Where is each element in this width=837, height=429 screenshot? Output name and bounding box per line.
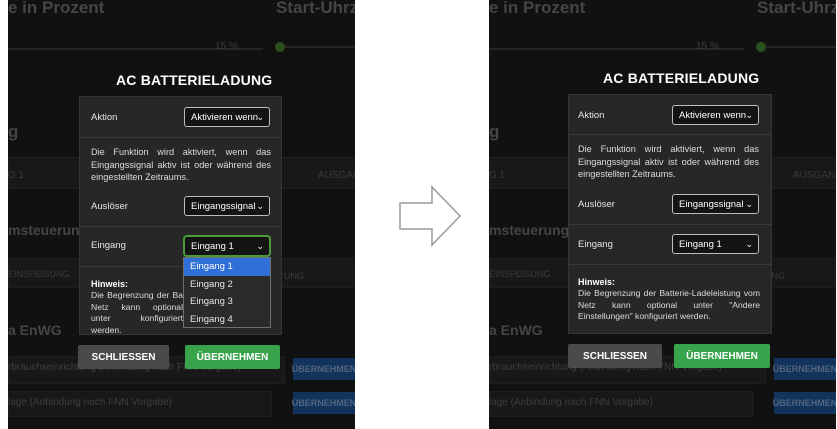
separator xyxy=(568,264,772,265)
dropdown-option-eingang-2[interactable]: Eingang 2 xyxy=(184,276,270,294)
hint-title: Hinweis: xyxy=(91,279,129,289)
apply-button[interactable]: ÜBERNEHMEN xyxy=(185,345,280,369)
aktion-select-value: Aktivieren wenn xyxy=(679,109,747,121)
aktion-label: Aktion xyxy=(578,110,605,121)
hint-text: Die Begrenzung der Ba Netz kann optional… xyxy=(91,290,183,335)
eingang-select[interactable]: Eingang 1 ⌄ xyxy=(184,236,270,256)
eingang-select-value: Eingang 1 xyxy=(191,240,234,252)
ausloeser-select-value: Eingangssignal xyxy=(679,198,744,210)
separator xyxy=(79,137,282,138)
chevron-down-icon: ⌄ xyxy=(745,199,753,209)
eingang-select[interactable]: Eingang 1 ⌄ xyxy=(672,234,759,254)
separator xyxy=(568,224,772,225)
aktion-label: Aktion xyxy=(91,112,118,123)
dialog-title: AC BATTERIELADUNG xyxy=(116,72,273,88)
separator xyxy=(568,134,772,135)
close-button[interactable]: SCHLIESSEN xyxy=(568,344,662,368)
eingang-select-value: Eingang 1 xyxy=(679,238,722,250)
ausloeser-label: Auslöser xyxy=(578,199,615,210)
left-screenshot-panel: e in Prozent Start-Uhrzeit de 15 % ÜBERN… xyxy=(8,0,355,429)
chevron-down-icon: ⌄ xyxy=(256,201,264,211)
dialog-description: Die Funktion wird aktiviert, wenn das Ei… xyxy=(578,144,759,179)
dropdown-option-eingang-1[interactable]: Eingang 1 xyxy=(184,258,270,276)
ausloeser-label: Auslöser xyxy=(91,201,128,212)
dialog-title: AC BATTERIELADUNG xyxy=(603,70,760,86)
ausloeser-select[interactable]: Eingangssignal ⌄ xyxy=(184,196,270,216)
aktion-select[interactable]: Aktivieren wenn ⌄ xyxy=(184,107,270,127)
arrow-right-icon xyxy=(399,185,462,247)
chevron-down-icon: ⌄ xyxy=(256,112,264,122)
aktion-select-value: Aktivieren wenn xyxy=(191,111,259,123)
dropdown-option-eingang-4[interactable]: Eingang 4 xyxy=(184,311,270,329)
chevron-down-icon: ⌄ xyxy=(745,110,753,120)
apply-button[interactable]: ÜBERNEHMEN xyxy=(674,344,770,368)
eingang-dropdown-list: Eingang 1 Eingang 2 Eingang 3 Eingang 4 xyxy=(183,257,271,328)
ausloeser-select[interactable]: Eingangssignal ⌄ xyxy=(672,194,759,214)
ausloeser-select-value: Eingangssignal xyxy=(191,200,256,212)
eingang-label: Eingang xyxy=(578,239,613,250)
chevron-down-icon: ⌄ xyxy=(256,241,264,251)
eingang-label: Eingang xyxy=(91,240,126,251)
aktion-select[interactable]: Aktivieren wenn ⌄ xyxy=(672,105,759,125)
separator xyxy=(79,266,189,267)
close-button[interactable]: SCHLIESSEN xyxy=(78,345,169,369)
dropdown-option-eingang-3[interactable]: Eingang 3 xyxy=(184,293,270,311)
right-screenshot-panel: e in Prozent Start-Uhrzeit de 15 % ÜBERN… xyxy=(489,0,836,429)
chevron-down-icon: ⌄ xyxy=(745,239,753,249)
hint-text: Die Begrenzung der Batterie-Ladeleistung… xyxy=(578,288,760,321)
dialog-description: Die Funktion wird aktiviert, wenn das Ei… xyxy=(91,147,271,182)
separator xyxy=(79,226,282,227)
hint-title: Hinweis: xyxy=(578,277,616,287)
